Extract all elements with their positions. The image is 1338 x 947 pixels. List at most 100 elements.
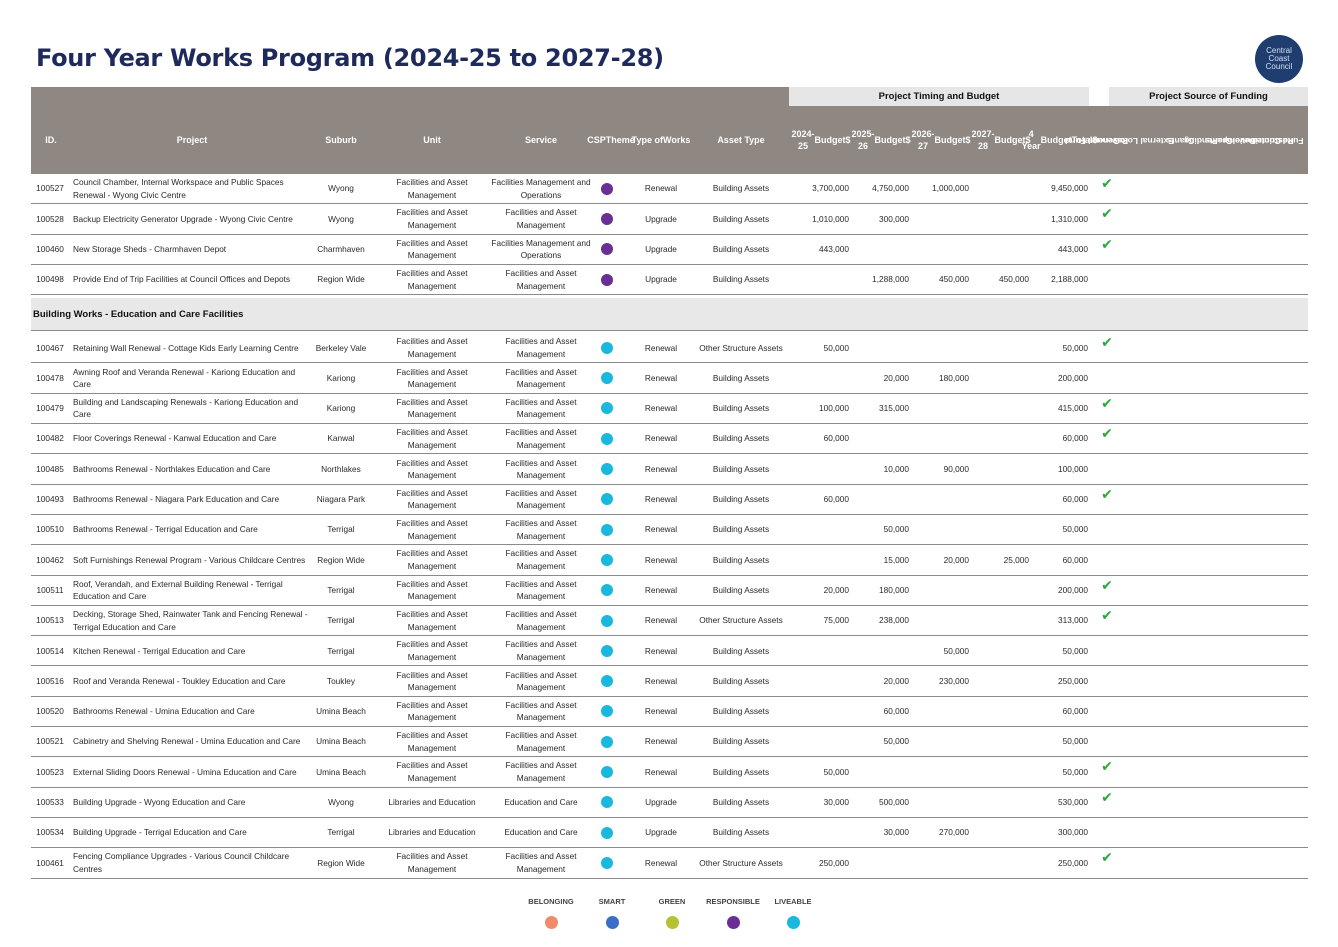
cell-csp [594,848,620,877]
cell-id: 100479 [36,403,64,414]
cell-y1: 443,000 [819,243,849,254]
cell-id: 100498 [36,274,64,285]
cell-y1 [793,666,849,695]
cell-type: Renewal [644,342,678,353]
cell-y2: 500,000 [879,797,909,808]
table-row: 100498 Provide End of Trip Facilities at … [31,265,1308,296]
cell-type: Renewal [644,675,678,686]
cell-id: 100516 [36,675,64,686]
cell-total: 200,000 [1058,584,1088,595]
cell-csp [594,204,620,233]
column-header-y1: 2024-25 Budget $ [791,106,850,174]
cell-type: Renewal [644,645,678,656]
cell-y3 [913,235,969,264]
cell-asset: Building Assets [712,494,770,505]
cell-suburb: Terrigal [327,615,355,626]
group-header-funding: Project Source of Funding [1109,87,1308,106]
cell-service: Facilities Management and Operations [491,177,591,200]
cell-unit: Facilities and Asset Management [396,336,468,359]
check-icon: ✔ [1101,175,1113,191]
cell-total: 60,000 [1062,494,1088,505]
column-header-line: Budget [934,135,966,145]
cell-id: 100461 [36,857,64,868]
cell-y4 [973,204,1029,233]
cell-suburb: Wyong [328,183,354,194]
cell-total: 313,000 [1058,615,1088,626]
cell-csp [594,235,620,264]
check-icon: ✔ [1101,394,1113,411]
cell-project: Retaining Wall Renewal - Cottage Kids Ea… [73,342,299,353]
cell-project: Backup Electricity Generator Upgrade - W… [73,213,293,224]
column-header-restricted: Restricted Funds [1252,106,1304,174]
cell-csp [594,727,620,756]
cell-id: 100533 [36,797,64,808]
column-header-line: 2026-27 [911,129,935,151]
csp-theme-dot-liveable [601,584,613,597]
cell-asset: Building Assets [712,706,770,717]
cell-csp [594,788,620,817]
page-title: Four Year Works Program (2024-25 to 2027… [36,44,664,72]
cell-suburb: Umina Beach [316,766,366,777]
table-row: 100461 Fencing Compliance Upgrades - Vari… [31,848,1308,879]
column-header-loans: External Loans [1113,106,1174,174]
column-header-text: General Fund Revenue [1065,113,1128,168]
cell-project: Building and Landscaping Renewals - Kari… [73,396,299,420]
cell-asset: Building Assets [712,766,770,777]
cell-y1 [793,265,849,294]
column-header-project: Project [176,135,208,145]
cell-y3: 270,000 [939,827,969,838]
column-header-id: ID. [45,135,57,145]
cell-y2: 315,000 [879,403,909,414]
cell-y3 [913,515,969,544]
cell-total: 50,000 [1062,524,1088,535]
cell-type: Upgrade [645,213,677,224]
cell-y4 [973,363,1029,392]
cell-y4 [973,333,1029,362]
cell-y1: 30,000 [823,797,849,808]
check-icon: ✔ [1101,576,1113,593]
cell-y2 [853,333,909,362]
cell-id: 100534 [36,827,64,838]
legend-item-green: GREEN [637,897,707,929]
table-row: 100514 Kitchen Renewal - Terrigal Educati… [31,636,1308,667]
cell-csp [594,363,620,392]
cell-project: Awning Roof and Veranda Renewal - Karion… [73,366,296,390]
cell-total: 2,188,000 [1051,274,1088,285]
cell-y4 [973,235,1029,264]
cell-suburb: Terrigal [327,524,355,535]
legend-label: RESPONSIBLE [706,897,760,906]
cell-asset: Building Assets [712,403,770,414]
cell-y3: 450,000 [939,274,969,285]
cell-type: Upgrade [645,827,677,838]
cell-id: 100527 [36,183,64,194]
cell-type: Renewal [644,584,678,595]
column-header-suburb: Suburb [325,135,357,145]
cell-y3: 180,000 [939,372,969,383]
cell-service: Facilities and Asset Management [505,851,577,874]
table-row: 100516 Roof and Veranda Renewal - Toukley… [31,666,1308,697]
cell-y4 [973,576,1029,605]
cell-service: Facilities and Asset Management [505,669,577,693]
cell-service: Facilities and Asset Management [505,487,577,511]
table-row: 100521 Cabinetry and Shelving Renewal - U… [31,727,1308,758]
cell-unit: Facilities and Asset Management [396,487,468,511]
column-header-line: $ [905,135,911,145]
cell-suburb: Toukley [326,675,356,686]
cell-y3 [913,485,969,514]
column-header-line: External Loans [1112,135,1174,146]
cell-type: Renewal [644,433,678,444]
check-icon: ✔ [1101,485,1113,502]
csp-theme-dot-liveable [601,432,613,445]
cell-suburb: Northlakes [321,463,361,474]
cell-suburb: Region Wide [317,274,365,285]
check-icon: ✔ [1101,425,1113,442]
cell-total: 60,000 [1062,554,1088,565]
cell-csp [594,606,620,635]
legend-dot-belonging [544,916,558,929]
cell-y1: 60,000 [823,433,849,444]
table-row: 100528 Backup Electricity Generator Upgra… [31,204,1308,235]
cell-y2: 20,000 [883,372,909,383]
check-icon: ✔ [1101,235,1113,252]
cell-type: Upgrade [645,243,677,254]
cell-total: 250,000 [1058,675,1088,686]
